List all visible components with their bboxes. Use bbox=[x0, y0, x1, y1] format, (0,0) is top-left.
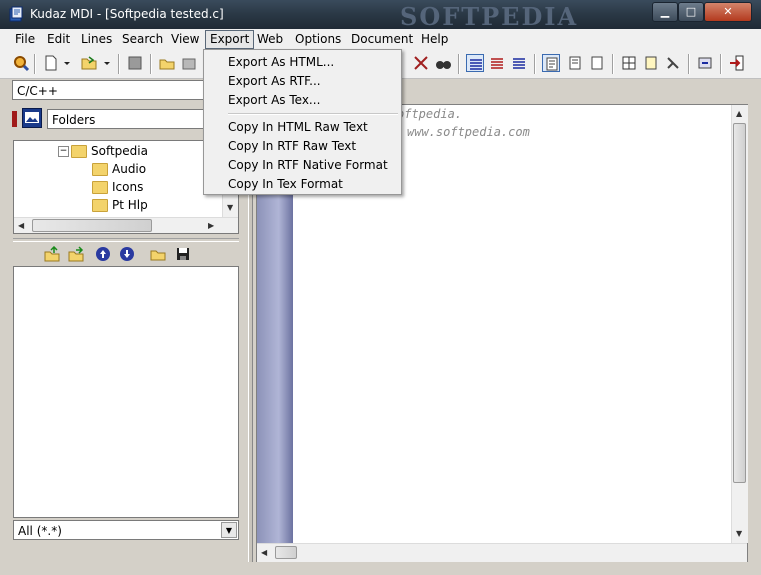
menu-export-rtf[interactable]: Export As RTF... bbox=[228, 72, 321, 91]
minimize-button[interactable]: ▁ bbox=[652, 2, 678, 22]
search-icon[interactable] bbox=[12, 54, 30, 72]
editor-scroll-thumb[interactable] bbox=[733, 123, 746, 483]
code-line-2: www.softpedia.com bbox=[407, 125, 530, 139]
file-filter-value: All (*.*) bbox=[18, 524, 62, 538]
editor-vertical-scrollbar[interactable]: ▲ ▼ bbox=[731, 105, 748, 543]
tree-item-softpedia[interactable]: − Softpedia bbox=[58, 142, 148, 160]
menu-help[interactable]: Help bbox=[417, 31, 452, 48]
menu-export-html[interactable]: Export As HTML... bbox=[228, 53, 334, 72]
image-icon[interactable] bbox=[22, 108, 42, 128]
menu-copy-rtf-native[interactable]: Copy In RTF Native Format bbox=[228, 156, 388, 175]
scroll-left-arrow-icon[interactable]: ◀ bbox=[18, 221, 24, 230]
menu-file[interactable]: File bbox=[11, 31, 39, 48]
file-filter-select[interactable]: All (*.*) ▼ bbox=[13, 520, 239, 540]
wrench-icon[interactable] bbox=[664, 54, 682, 72]
tree-item-pt-hlp[interactable]: Pt Hlp bbox=[92, 196, 148, 214]
new-file-icon[interactable] bbox=[42, 54, 60, 72]
toolbar-separator bbox=[720, 54, 722, 74]
collapse-icon[interactable]: − bbox=[58, 146, 69, 157]
tree-horizontal-scrollbar[interactable]: ◀ ▶ bbox=[14, 217, 238, 233]
exit-icon[interactable] bbox=[728, 54, 746, 72]
file-list[interactable] bbox=[13, 266, 239, 518]
folders-label: Folders bbox=[52, 113, 96, 127]
menu-search[interactable]: Search bbox=[118, 31, 167, 48]
folder-forward-icon[interactable] bbox=[68, 246, 84, 262]
scroll-down-arrow-icon[interactable]: ▼ bbox=[736, 529, 742, 538]
toolbar-separator bbox=[150, 54, 152, 74]
minimize-icon: ▁ bbox=[660, 5, 670, 18]
scroll-thumb[interactable] bbox=[32, 219, 152, 232]
watermark: SOFTPEDIA bbox=[400, 2, 579, 31]
menu-export-tex[interactable]: Export As Tex... bbox=[228, 91, 320, 110]
tree-item-audio[interactable]: Audio bbox=[92, 160, 146, 178]
paste-icon[interactable] bbox=[566, 54, 584, 72]
folder-icon bbox=[92, 181, 108, 194]
open-icon[interactable] bbox=[158, 54, 176, 72]
editor-horizontal-scrollbar[interactable]: ◀ bbox=[257, 543, 747, 562]
tree-item-icons[interactable]: Icons bbox=[92, 178, 143, 196]
folder-icon bbox=[92, 199, 108, 212]
maximize-button[interactable]: □ bbox=[678, 2, 704, 22]
tools-icon[interactable] bbox=[412, 54, 430, 72]
language-value: C/C++ bbox=[17, 84, 58, 98]
menu-lines[interactable]: Lines bbox=[77, 31, 116, 48]
table-icon[interactable] bbox=[620, 54, 638, 72]
scroll-right-arrow-icon[interactable]: ▶ bbox=[208, 221, 214, 230]
title-bar: Kudaz MDI - [Softpedia tested.c] SOFTPED… bbox=[0, 0, 761, 31]
chevron-down-icon[interactable] bbox=[102, 54, 112, 72]
export-dropdown-menu: Export As HTML... Export As RTF... Expor… bbox=[203, 49, 402, 195]
close-icon: ✕ bbox=[723, 5, 733, 18]
save-icon[interactable] bbox=[175, 246, 191, 262]
open-folder-icon[interactable] bbox=[80, 54, 98, 72]
copy-icon[interactable] bbox=[542, 54, 560, 72]
align-left-icon[interactable] bbox=[466, 54, 484, 72]
menu-bar: File Edit Lines Search View Export Web O… bbox=[0, 29, 761, 51]
panel-splitter[interactable] bbox=[13, 238, 239, 242]
menu-copy-tex[interactable]: Copy In Tex Format bbox=[228, 175, 343, 194]
menu-export[interactable]: Export bbox=[205, 30, 255, 49]
menu-view[interactable]: View bbox=[167, 31, 203, 48]
toolbar-separator bbox=[458, 54, 460, 74]
scroll-down-arrow-icon[interactable]: ▼ bbox=[227, 203, 233, 212]
code-line-1: oftpedia. bbox=[397, 107, 463, 121]
menu-copy-html-raw[interactable]: Copy In HTML Raw Text bbox=[228, 118, 368, 137]
folder-up-icon[interactable] bbox=[44, 245, 60, 262]
menu-options[interactable]: Options bbox=[291, 31, 345, 48]
note-icon[interactable] bbox=[642, 54, 660, 72]
page-icon[interactable] bbox=[588, 54, 606, 72]
app-icon bbox=[9, 6, 23, 22]
scroll-up-arrow-icon[interactable]: ▲ bbox=[736, 109, 742, 118]
editor-hscroll-thumb[interactable] bbox=[275, 546, 297, 559]
open-folder-icon[interactable] bbox=[150, 246, 166, 262]
panel-marker bbox=[12, 111, 17, 127]
chevron-down-icon[interactable] bbox=[62, 54, 72, 72]
toolbar-separator bbox=[118, 54, 120, 74]
folder-icon bbox=[92, 163, 108, 176]
arrow-down-circle-icon[interactable] bbox=[119, 246, 135, 262]
toolbar-separator bbox=[612, 54, 614, 74]
maximize-icon: □ bbox=[685, 5, 697, 18]
folder-icon bbox=[71, 145, 87, 158]
folders-select[interactable]: Folders bbox=[47, 109, 207, 129]
toolbar-separator bbox=[534, 54, 536, 74]
menu-separator bbox=[228, 113, 398, 115]
toolbar-separator bbox=[34, 54, 36, 74]
close-button[interactable]: ✕ bbox=[704, 2, 752, 22]
save-icon[interactable] bbox=[126, 54, 144, 72]
menu-copy-rtf-raw[interactable]: Copy In RTF Raw Text bbox=[228, 137, 356, 156]
arrow-up-circle-icon[interactable] bbox=[95, 246, 111, 262]
find-icon[interactable] bbox=[434, 54, 452, 72]
window-title: Kudaz MDI - [Softpedia tested.c] bbox=[30, 7, 224, 21]
align-right-icon[interactable] bbox=[510, 54, 528, 72]
export-icon[interactable] bbox=[696, 54, 714, 72]
menu-document[interactable]: Document bbox=[347, 31, 417, 48]
menu-web[interactable]: Web bbox=[253, 31, 287, 48]
save-all-icon[interactable] bbox=[180, 54, 198, 72]
align-center-icon[interactable] bbox=[488, 54, 506, 72]
menu-edit[interactable]: Edit bbox=[43, 31, 74, 48]
toolbar-separator bbox=[688, 54, 690, 74]
scroll-left-arrow-icon[interactable]: ◀ bbox=[261, 548, 267, 557]
chevron-down-icon[interactable]: ▼ bbox=[221, 522, 237, 538]
